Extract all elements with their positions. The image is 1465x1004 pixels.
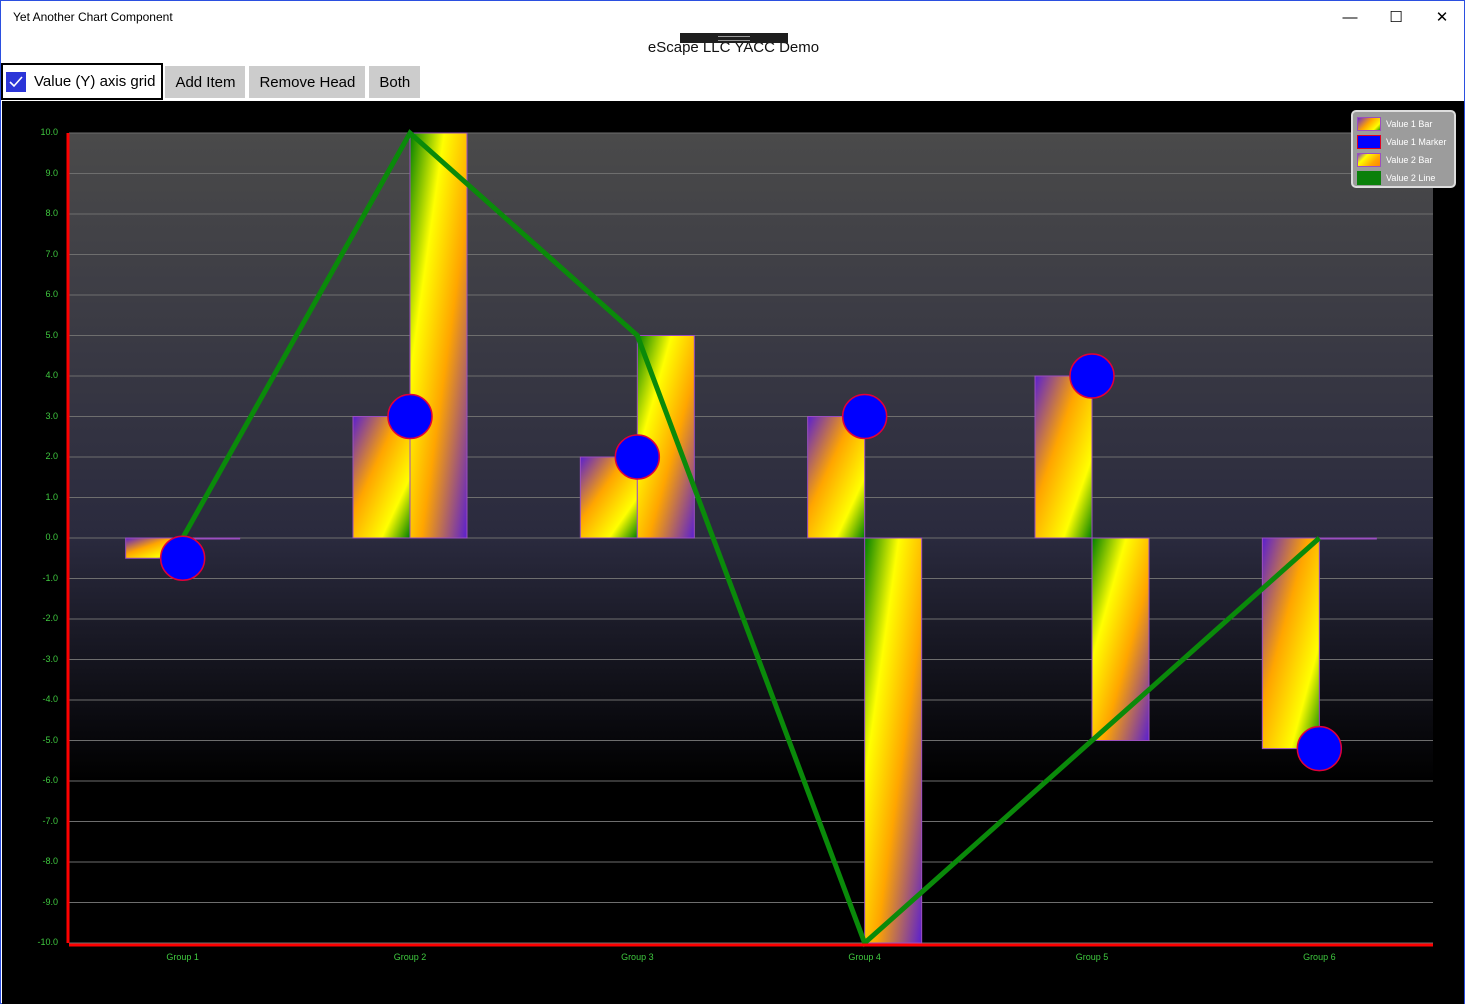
value1-bar [1034, 375, 1093, 539]
y-tick-label: 4.0 [45, 370, 58, 380]
y-tick-label: 2.0 [45, 451, 58, 461]
y-tick-label: 5.0 [45, 329, 58, 340]
y-tick-label: -9.0 [42, 896, 58, 907]
title-bar[interactable]: Yet Another Chart Component — ☐ ✕ [1, 1, 1464, 33]
y-tick-label: 3.0 [45, 410, 58, 421]
close-button[interactable]: ✕ [1419, 1, 1465, 33]
x-tick-label: Group 2 [393, 952, 427, 962]
y-tick-label: 8.0 [45, 208, 58, 218]
y-tick-label: -6.0 [42, 775, 58, 785]
legend-swatch-value2-line [1357, 171, 1381, 185]
y-tick-label: 9.0 [45, 167, 58, 178]
y-tick-label: -10.0 [37, 937, 58, 947]
checkmark-icon[interactable] [6, 71, 26, 92]
toolbar: Value (Y) axis grid Add Item Remove Head… [1, 63, 424, 100]
chart-svg [66, 129, 1433, 948]
y-tick-label: -5.0 [42, 734, 58, 745]
y-tick-label: -3.0 [42, 653, 58, 664]
app-title: Yet Another Chart Component [13, 10, 173, 24]
x-tick-label: Group 5 [1075, 952, 1109, 962]
y-tick-label: 0.0 [45, 532, 58, 542]
legend-item-value1-marker: Value 1 Marker [1357, 133, 1450, 151]
y-tick-label: -1.0 [42, 572, 58, 583]
y-tick-label: -8.0 [42, 856, 58, 866]
x-tick-label: Group 4 [848, 952, 881, 962]
value1-marker [1296, 725, 1343, 772]
value1-marker [841, 393, 888, 440]
y-tick-label: 7.0 [45, 248, 58, 259]
close-icon: ✕ [1435, 9, 1449, 26]
add-item-button[interactable]: Add Item [165, 66, 246, 98]
legend-swatch-value1-marker [1357, 135, 1381, 149]
remove-head-button[interactable]: Remove Head [249, 66, 366, 98]
minimize-icon: — [1342, 8, 1358, 26]
value1-marker [1069, 353, 1115, 399]
value1-marker [387, 393, 433, 440]
y-tick-label: 6.0 [45, 289, 58, 299]
drag-handle[interactable] [680, 33, 788, 43]
value1-marker [159, 535, 206, 581]
value2-bar [864, 537, 923, 944]
minimize-button[interactable]: — [1327, 1, 1373, 33]
y-tick-label: -4.0 [42, 694, 58, 704]
y-tick-label: -2.0 [42, 613, 58, 623]
maximize-icon: ☐ [1389, 9, 1403, 26]
legend-item-value2-line: Value 2 Line [1357, 169, 1450, 187]
grid-checkbox-label: Value (Y) axis grid [34, 73, 156, 90]
value2-bar [1318, 537, 1377, 540]
value2-bar [409, 132, 468, 539]
both-button[interactable]: Both [369, 66, 421, 98]
app-window: Yet Another Chart Component — ☐ ✕ eScape… [0, 0, 1465, 1004]
legend-swatch-value2-bar [1357, 153, 1381, 167]
y-tick-label: 1.0 [45, 491, 58, 502]
chart-area: 10.0 9.0 8.0 7.0 6.0 5.0 4.0 3.0 2.0 1.0 0.0 -1.0 -2… [2, 101, 1464, 1004]
y-tick-label: 10.0 [40, 127, 58, 137]
value1-marker [614, 434, 661, 480]
value2-bar [1091, 537, 1150, 741]
y-tick-label: -7.0 [42, 815, 58, 826]
legend-item-value1-bar: Value 1 Bar [1357, 115, 1450, 133]
x-tick-label: Group 6 [1303, 952, 1336, 962]
maximize-button[interactable]: ☐ [1373, 1, 1419, 33]
legend-item-value2-bar: Value 2 Bar [1357, 151, 1450, 169]
x-tick-label: Group 3 [621, 952, 654, 962]
legend: Value 1 Bar Value 1 Marker Value 2 Bar V… [1351, 110, 1456, 188]
grid-checkbox[interactable]: Value (Y) axis grid [1, 63, 164, 100]
value1-bar [1261, 537, 1320, 750]
x-tick-label: Group 1 [166, 952, 199, 962]
legend-swatch-value1-bar [1357, 117, 1381, 131]
